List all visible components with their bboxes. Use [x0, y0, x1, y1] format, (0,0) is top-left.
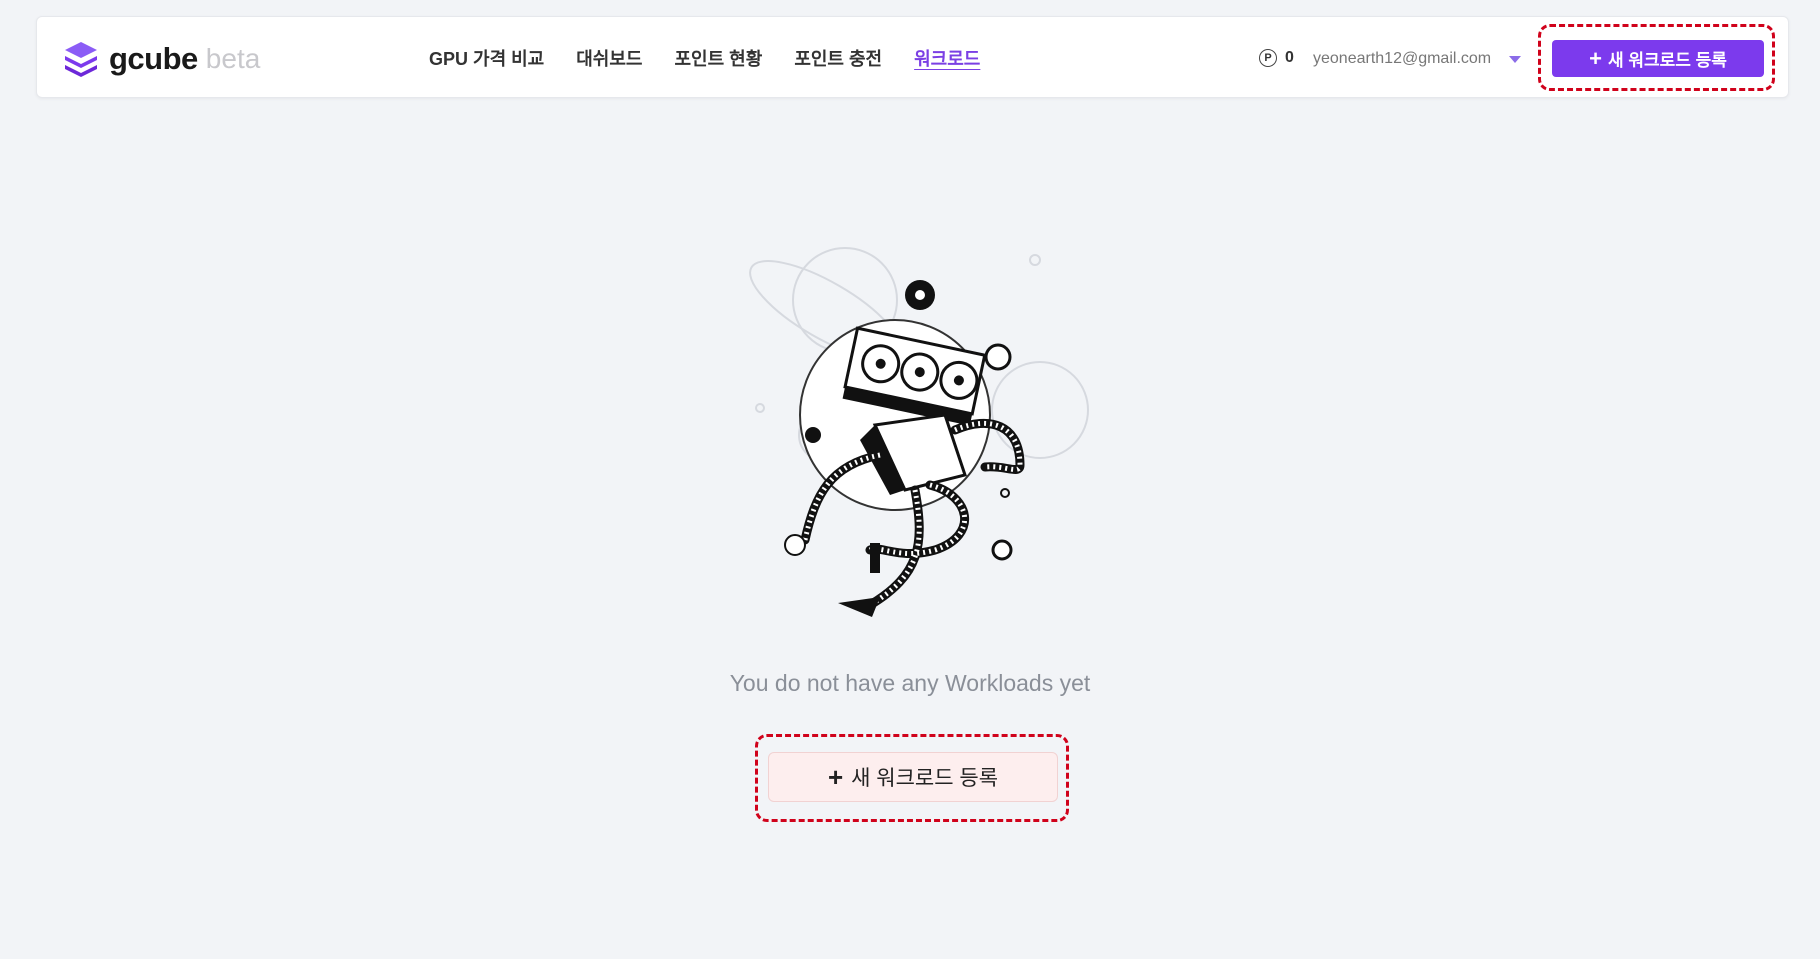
new-workload-label: 새 워크로드 등록 — [851, 767, 999, 790]
robot-gpu-space-illustration — [749, 247, 1089, 617]
user-menu[interactable]: yeonearth12@gmail.com — [1313, 50, 1522, 68]
brand-logo[interactable]: gcube beta — [61, 39, 260, 79]
new-workload-button-empty-state[interactable]: + 새 워크로드 등록 — [768, 752, 1058, 802]
top-header: gcube beta GPU 가격 비교 대쉬보드 포인트 현황 포인트 충전 … — [36, 16, 1789, 98]
gear-icon — [905, 280, 935, 310]
nav-point-status[interactable]: 포인트 현황 — [675, 45, 763, 71]
nav-gpu-price-compare[interactable]: GPU 가격 비교 — [429, 45, 544, 71]
point-coin-icon: P — [1259, 49, 1277, 67]
points-display: P 0 — [1259, 49, 1294, 67]
stacked-layers-icon — [65, 42, 97, 77]
nav-point-charge[interactable]: 포인트 충전 — [794, 45, 882, 71]
plus-icon: + — [827, 762, 844, 792]
nav-dashboard[interactable]: 대쉬보드 — [576, 45, 642, 71]
brand-name: gcube — [109, 41, 198, 76]
new-workload-label: 새 워크로드 등록 — [1607, 51, 1727, 70]
points-value: 0 — [1285, 49, 1294, 66]
new-workload-button-header[interactable]: + 새 워크로드 등록 — [1552, 40, 1764, 77]
main-nav: GPU 가격 비교 대쉬보드 포인트 현황 포인트 충전 워크로드 — [429, 45, 980, 71]
empty-state-message: You do not have any Workloads yet — [729, 670, 1091, 696]
chevron-down-icon — [1509, 55, 1522, 63]
plus-icon: + — [1589, 45, 1602, 71]
brand-tag: beta — [205, 43, 261, 74]
user-email: yeonearth12@gmail.com — [1313, 50, 1492, 67]
nav-workload[interactable]: 워크로드 — [914, 45, 980, 71]
